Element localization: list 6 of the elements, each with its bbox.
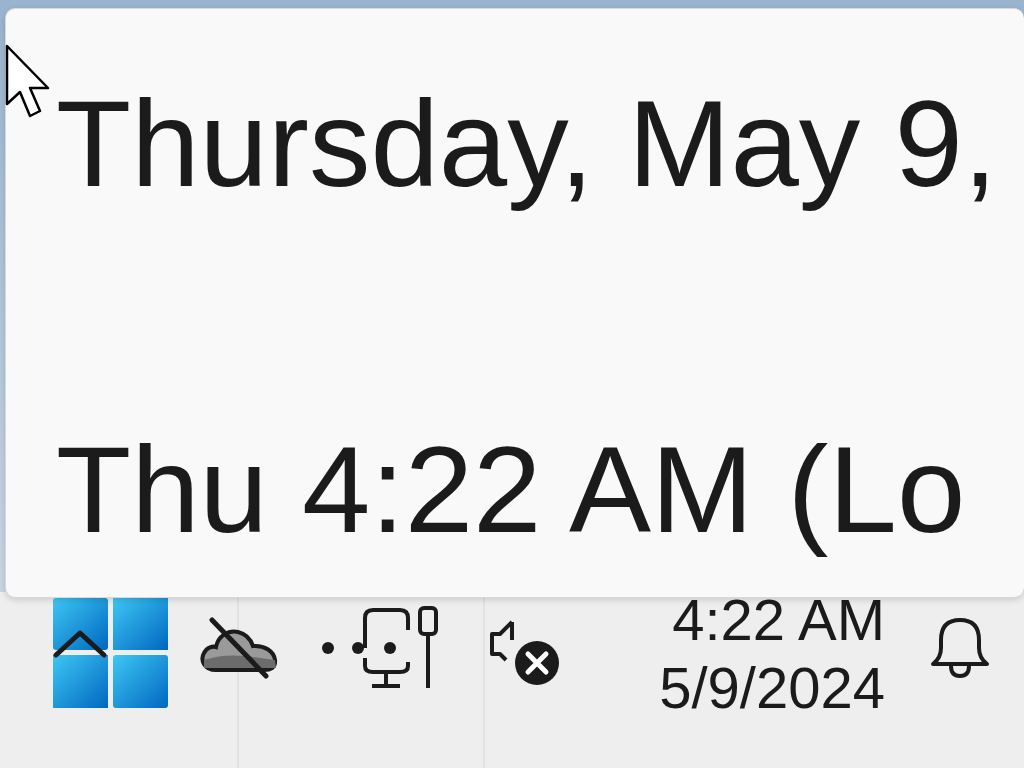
chevron-up-icon[interactable] bbox=[53, 630, 107, 658]
tooltip-time: Thu 4:22 AM (Lo bbox=[56, 420, 966, 560]
muted-speaker-icon[interactable] bbox=[488, 618, 562, 688]
clock-date[interactable]: 5/9/2024 bbox=[630, 654, 885, 723]
tooltip-date: Thursday, May 9, bbox=[56, 74, 998, 214]
windows-logo-icon[interactable] bbox=[53, 598, 168, 708]
